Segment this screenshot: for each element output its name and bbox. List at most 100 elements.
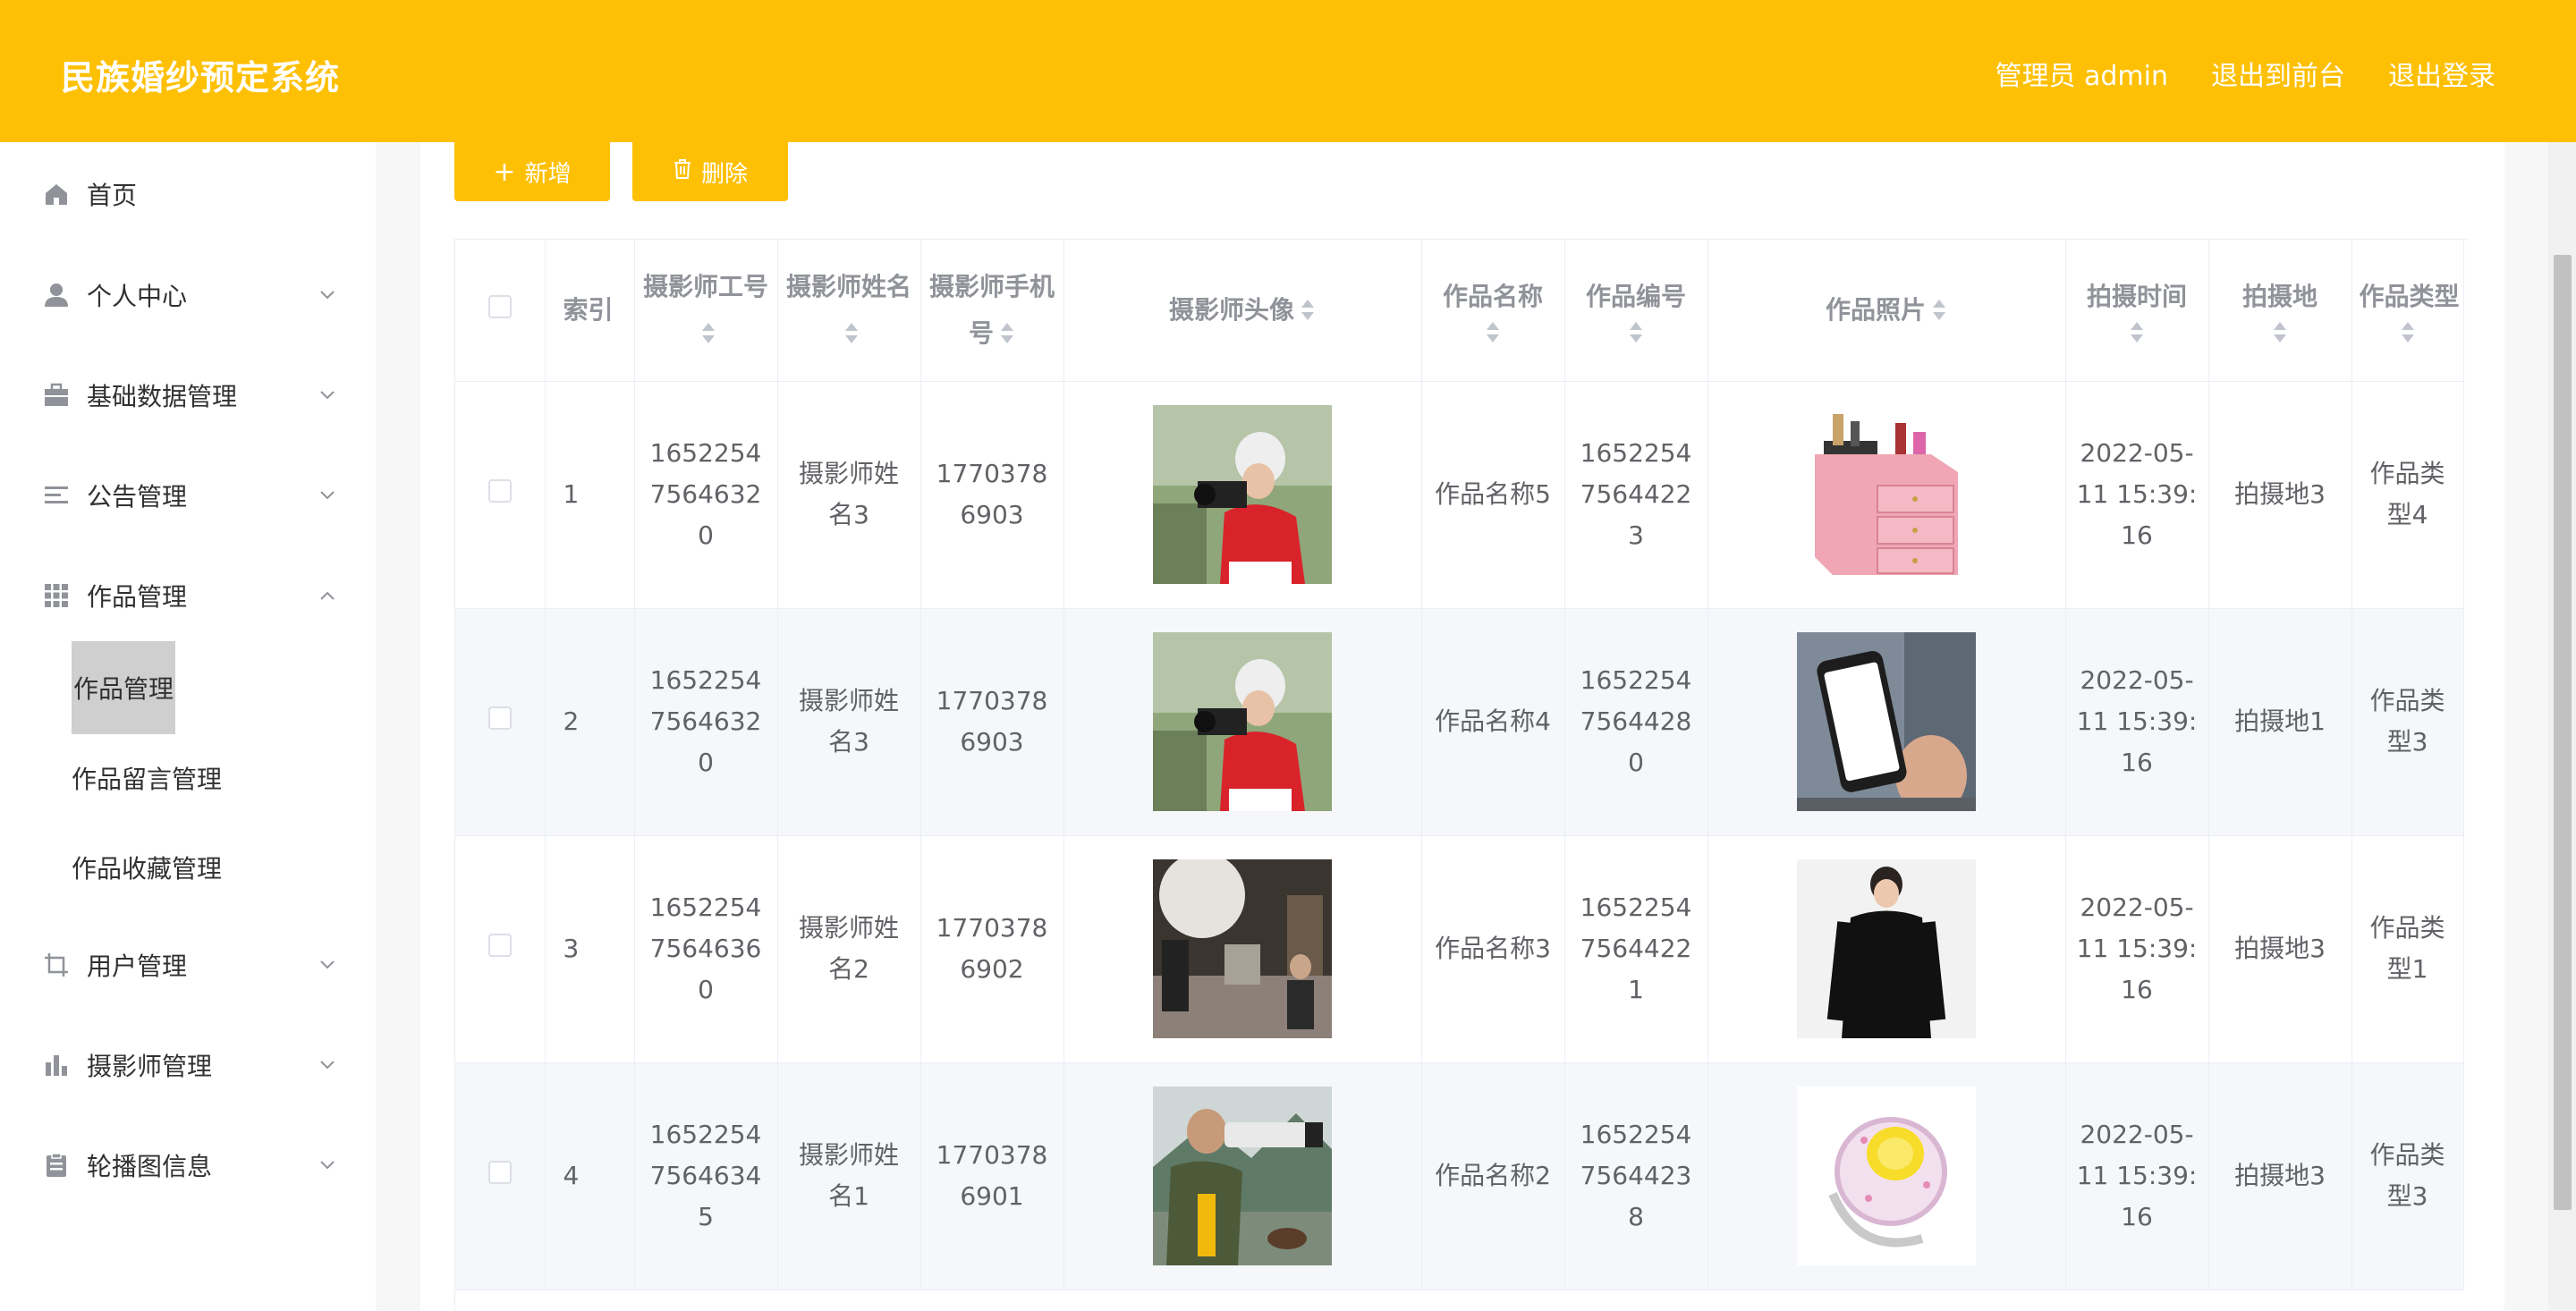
row-checkbox[interactable] [487,479,512,503]
cell-shoot-place: 拍摄地3 [2208,835,2352,1063]
sort-icon[interactable] [999,321,1015,348]
sidebar-item-home[interactable]: 首页 [0,158,376,230]
cell-photographer-no: 16522547564636 0 [634,835,778,1063]
home-icon [43,181,70,207]
sort-icon[interactable] [1300,298,1316,325]
sort-icon[interactable] [2400,320,2416,347]
sidebar-item-basic-data[interactable]: 基础数据管理 [0,359,376,431]
cell-phone: 17703786903 [920,381,1064,609]
sort-icon[interactable] [700,321,716,348]
cell-shoot-time: 2022-05-11 15:39:16 [2065,381,2209,609]
chevron-down-icon [318,956,336,974]
app-title: 民族婚纱预定系统 [61,58,341,97]
header-work-photo[interactable]: 作品照片 [1707,240,2066,382]
work-photo-image[interactable] [1797,859,1976,1038]
photographer-avatar-image[interactable] [1153,405,1332,584]
submenu-item-works-comments[interactable]: 作品留言管理 [72,751,222,805]
main-panel: + 新增 删除 索引 摄影师工号 摄影师姓名 摄影师手机号 摄影师头像 作品名称… [420,142,2504,1311]
header-work-no[interactable]: 作品编号 [1564,240,1708,382]
delete-button[interactable]: 删除 [632,142,788,201]
exit-to-front-link[interactable]: 退出到前台 [2211,54,2345,93]
header-work-name[interactable]: 作品名称 [1421,240,1565,382]
work-photo-image[interactable] [1797,632,1976,811]
row-select-cell [455,835,546,1063]
plus-icon: + [493,156,516,188]
grid-icon [43,582,70,609]
table-row: 4 16522547564634 5 摄影师姓名1 17703786901 作品… [455,1062,2464,1290]
cell-shoot-time: 2022-05-11 15:39:16 [2065,1062,2209,1290]
cell-work-type: 作品类型4 [2351,381,2464,609]
header-label: 摄影师头像 [1168,294,1294,325]
submenu-item-works-favorites[interactable]: 作品收藏管理 [72,841,222,894]
cell-shoot-time: 2022-05-11 15:39:16 [2065,608,2209,836]
cell-photographer-no: 16522547564634 5 [634,1062,778,1290]
logout-link[interactable]: 退出登录 [2388,54,2496,93]
sidebar-item-works[interactable]: 作品管理 [0,560,376,631]
sort-icon[interactable] [1931,298,1947,325]
table-body: 1 16522547564632 0 摄影师姓名3 17703786903 作品… [455,381,2464,1290]
header-shoot-place[interactable]: 拍摄地 [2208,240,2352,382]
sort-icon[interactable] [1628,320,1644,347]
submenu-item-works-manage[interactable]: 作品管理 [72,641,176,734]
sidebar-item-photographers[interactable]: 摄影师管理 [0,1029,376,1101]
table-row: 1 16522547564632 0 摄影师姓名3 17703786903 作品… [455,381,2464,609]
header-label: 摄影师手机号 [928,271,1055,348]
header-work-type[interactable]: 作品类型 [2351,240,2464,382]
photographer-avatar-image[interactable] [1153,1087,1332,1265]
header-photographer-no[interactable]: 摄影师工号 [634,240,778,382]
cell-photographer-name: 摄影师姓名3 [777,381,921,609]
sort-icon[interactable] [1485,320,1501,347]
sidebar-item-personal[interactable]: 个人中心 [0,259,376,331]
cell-work-photo [1707,1062,2066,1290]
work-photo-image[interactable] [1797,405,1976,584]
cell-work-no: 16522547564423 8 [1564,1062,1708,1290]
header-index: 索引 [545,240,635,382]
row-select-cell [455,608,546,836]
page-scrollbar[interactable] [2548,142,2576,1311]
row-checkbox[interactable] [487,706,512,730]
sidebar-item-label: 作品管理 [87,582,188,612]
sidebar-item-users[interactable]: 用户管理 [0,929,376,1001]
header-shoot-time[interactable]: 拍摄时间 [2065,240,2209,382]
header-label: 摄影师工号 [642,271,768,301]
cell-work-no: 16522547564422 3 [1564,381,1708,609]
sidebar-item-notice[interactable]: 公告管理 [0,460,376,531]
cell-work-name: 作品名称5 [1421,381,1565,609]
cell-index: 3 [545,835,635,1063]
cell-shoot-place: 拍摄地1 [2208,608,2352,836]
sidebar-item-label: 基础数据管理 [87,382,238,411]
admin-label[interactable]: 管理员 admin [1995,54,2168,93]
select-all-checkbox[interactable] [487,294,512,318]
bar-chart-icon [43,1052,70,1078]
row-checkbox[interactable] [487,1161,512,1184]
header-photographer-avatar[interactable]: 摄影师头像 [1063,240,1422,382]
sort-icon[interactable] [2129,320,2145,347]
cell-shoot-time: 2022-05-11 15:39:16 [2065,835,2209,1063]
cell-work-no: 16522547564422 1 [1564,835,1708,1063]
sort-icon[interactable] [2272,320,2288,347]
photographer-avatar-image[interactable] [1153,859,1332,1038]
add-button[interactable]: + 新增 [454,142,610,201]
cell-work-photo [1707,608,2066,836]
header-label: 摄影师姓名 [785,271,911,301]
header-label: 作品照片 [1825,294,1926,325]
cell-work-no: 16522547564428 0 [1564,608,1708,836]
sort-icon[interactable] [843,321,860,348]
scrollbar-thumb[interactable] [2554,255,2572,1210]
cell-index: 1 [545,381,635,609]
cell-avatar [1063,608,1422,836]
cell-work-name: 作品名称4 [1421,608,1565,836]
photographer-avatar-image[interactable] [1153,632,1332,811]
sidebar-item-label: 首页 [87,181,138,210]
header-photographer-name[interactable]: 摄影师姓名 [777,240,921,382]
cell-phone: 17703786903 [920,608,1064,836]
table-row: 2 16522547564632 0 摄影师姓名3 17703786903 作品… [455,608,2464,836]
chevron-down-icon [318,386,336,404]
header-photographer-phone[interactable]: 摄影师手机号 [920,240,1064,382]
row-checkbox[interactable] [487,934,512,957]
sidebar-item-carousel[interactable]: 轮播图信息 [0,1129,376,1201]
cell-index: 2 [545,608,635,836]
cell-avatar [1063,835,1422,1063]
work-photo-image[interactable] [1797,1087,1976,1265]
cell-photographer-name: 摄影师姓名2 [777,835,921,1063]
